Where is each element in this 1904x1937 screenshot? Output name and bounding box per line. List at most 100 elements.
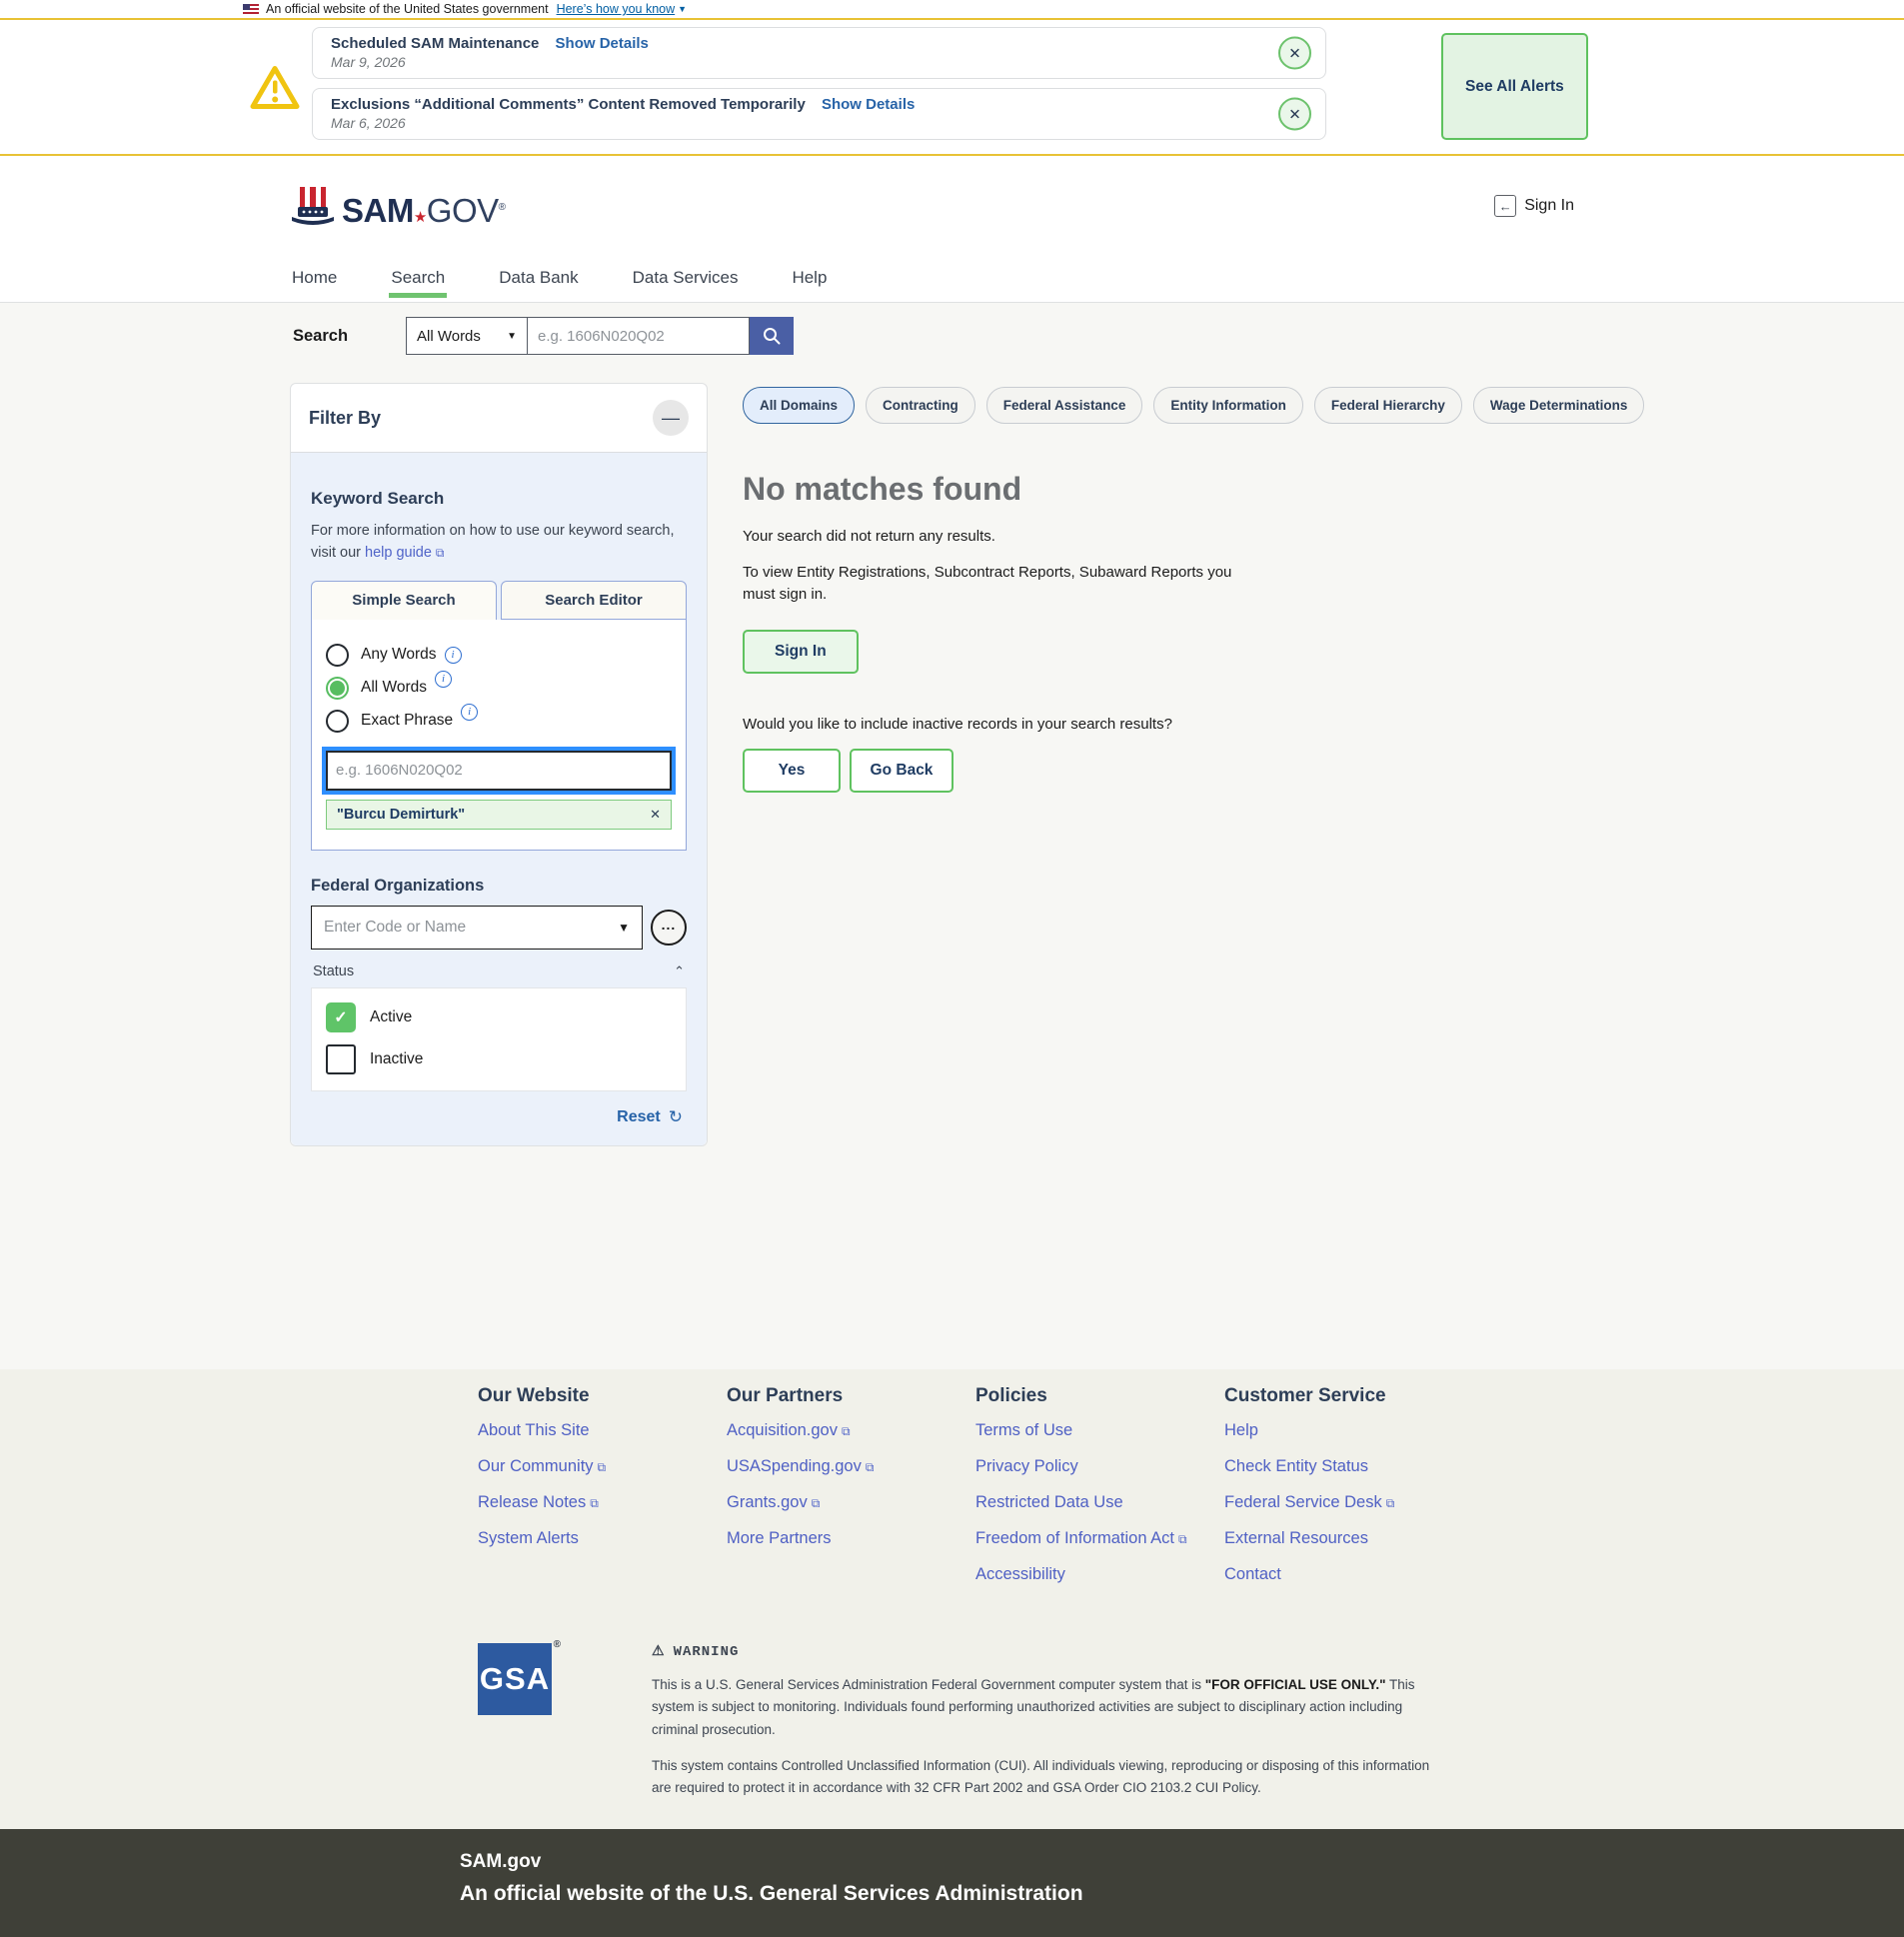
reset-icon[interactable]: ↻ [669,1107,683,1127]
search-mode-select[interactable]: All Words ▼ [406,317,528,355]
footer-link-help[interactable]: Help [1224,1421,1473,1440]
see-all-alerts-button[interactable]: See All Alerts [1441,33,1588,140]
status-label: Status [313,964,354,979]
search-input[interactable] [528,317,750,355]
tab-search-editor[interactable]: Search Editor [501,581,687,620]
yes-button[interactable]: Yes [743,749,841,793]
checkbox-active[interactable]: ✓ [326,1002,356,1032]
footer-heading: Our Website [478,1385,727,1407]
footer-site-name: SAM.gov [460,1851,1904,1873]
info-icon[interactable]: i [435,671,452,688]
show-details-link[interactable]: Show Details [822,96,915,113]
radio-exact-phrase-label: Exact Phrase [361,712,453,730]
chevron-down-icon: ▼ [618,921,630,935]
alert-item: Exclusions “Additional Comments” Content… [312,88,1326,140]
footer-link-external-resources[interactable]: External Resources [1224,1529,1473,1548]
footer-link-release-notes[interactable]: Release Notes⧉ [478,1493,727,1512]
collapse-filter-button[interactable]: — [653,400,689,436]
sam-gov-logo[interactable]: SAM★GOV® [290,185,506,227]
domain-tab-federal-hierarchy[interactable]: Federal Hierarchy [1314,387,1462,424]
footer-link-accessibility[interactable]: Accessibility [975,1565,1224,1584]
search-label: Search [293,327,406,346]
nav-item-home[interactable]: Home [290,256,339,302]
go-back-button[interactable]: Go Back [850,749,953,793]
info-icon[interactable]: i [461,704,478,721]
footer-link-grants-gov[interactable]: Grants.gov⧉ [727,1493,975,1512]
show-details-link[interactable]: Show Details [556,35,649,52]
close-icon[interactable]: ✕ [1278,98,1311,131]
domain-tab-contracting[interactable]: Contracting [866,387,975,424]
nav-item-search[interactable]: Search [389,256,447,302]
nav-item-help[interactable]: Help [790,256,829,302]
more-options-button[interactable]: ... [651,910,687,946]
footer-link-more-partners[interactable]: More Partners [727,1529,975,1548]
info-icon[interactable]: i [445,647,462,664]
federal-orgs-select[interactable]: Enter Code or Name ▼ [311,906,643,950]
warning-paragraph-1: This is a U.S. General Services Administ… [652,1674,1451,1741]
content-area: Search All Words ▼ Filter By — Keyword S… [0,303,1904,1369]
search-icon [762,326,782,346]
footer-link-terms-of-use[interactable]: Terms of Use [975,1421,1224,1440]
status-options: ✓ Active Inactive [311,987,687,1091]
close-icon[interactable]: ✕ [1278,37,1311,70]
results-area: All Domains Contracting Federal Assistan… [743,383,1592,793]
radio-all-words[interactable] [326,677,349,700]
filter-title: Filter By [309,408,381,429]
gov-banner: An official website of the United States… [0,0,1904,20]
footer-link-contact[interactable]: Contact [1224,1565,1473,1584]
warning-icon: ⚠ [652,1643,666,1660]
nav-item-data-bank[interactable]: Data Bank [497,256,580,302]
site-header: SAM★GOV® ← Sign In [0,156,1904,256]
chip-close-icon[interactable]: ✕ [650,807,661,823]
filter-panel: Filter By — Keyword Search For more info… [290,383,708,1146]
warning-paragraph-2: This system contains Controlled Unclassi… [652,1755,1451,1800]
footer-link-foia[interactable]: Freedom of Information Act⧉ [975,1529,1224,1548]
footer-link-check-entity-status[interactable]: Check Entity Status [1224,1457,1473,1476]
no-results-text: Your search did not return any results. [743,528,1592,545]
star-icon: ★ [414,209,427,226]
domain-tab-wage-determinations[interactable]: Wage Determinations [1473,387,1645,424]
gsa-logo: GSA ® [478,1643,552,1715]
footer-link-restricted-data-use[interactable]: Restricted Data Use [975,1493,1224,1512]
help-guide-link[interactable]: help guide [365,545,432,561]
checkbox-active-label: Active [370,1008,412,1026]
external-link-icon: ⧉ [812,1496,821,1511]
federal-orgs-placeholder: Enter Code or Name [324,919,466,937]
footer-link-usaspending-gov[interactable]: USASpending.gov⧉ [727,1457,975,1476]
external-link-icon: ⧉ [1178,1532,1187,1547]
footer-link-our-community[interactable]: Our Community⧉ [478,1457,727,1476]
radio-any-words[interactable] [326,644,349,667]
footer-link-federal-service-desk[interactable]: Federal Service Desk⧉ [1224,1493,1473,1512]
domain-tab-federal-assistance[interactable]: Federal Assistance [986,387,1143,424]
how-you-know-link[interactable]: Here’s how you know [557,2,676,16]
footer-link-system-alerts[interactable]: System Alerts [478,1529,727,1548]
radio-exact-phrase[interactable] [326,710,349,733]
alert-title: Scheduled SAM Maintenance [331,35,539,52]
search-mode-value: All Words [417,328,481,345]
footer-link-about-this-site[interactable]: About This Site [478,1421,727,1440]
footer-link-acquisition-gov[interactable]: Acquisition.gov⧉ [727,1421,975,1440]
checkbox-inactive-label: Inactive [370,1050,423,1068]
keyword-chip: "Burcu Demirturk" ✕ [326,800,672,830]
sign-in-link[interactable]: ← Sign In [1494,195,1574,217]
keyword-input[interactable] [326,751,672,791]
sign-in-label: Sign In [1524,197,1574,215]
alerts-section: Scheduled SAM Maintenance Show Details M… [0,20,1904,156]
domain-tab-all-domains[interactable]: All Domains [743,387,855,424]
main-nav: Home Search Data Bank Data Services Help [0,256,1904,303]
tab-simple-search[interactable]: Simple Search [311,581,497,620]
domain-tab-entity-information[interactable]: Entity Information [1153,387,1303,424]
domain-tabs: All Domains Contracting Federal Assistan… [743,387,1592,424]
top-hat-icon [290,185,336,227]
nav-item-data-services[interactable]: Data Services [631,256,741,302]
warning-block: ⚠ WARNING This is a U.S. General Service… [652,1643,1451,1799]
external-link-icon: ⧉ [436,544,445,562]
search-button[interactable] [750,317,794,355]
footer-link-privacy-policy[interactable]: Privacy Policy [975,1457,1224,1476]
chevron-up-icon[interactable]: ⌃ [674,964,685,979]
checkbox-inactive[interactable] [326,1044,356,1074]
keyword-chip-label: "Burcu Demirturk" [337,807,465,823]
external-link-icon: ⧉ [1386,1496,1395,1511]
sign-in-button[interactable]: Sign In [743,630,859,674]
reset-link[interactable]: Reset [617,1108,661,1126]
